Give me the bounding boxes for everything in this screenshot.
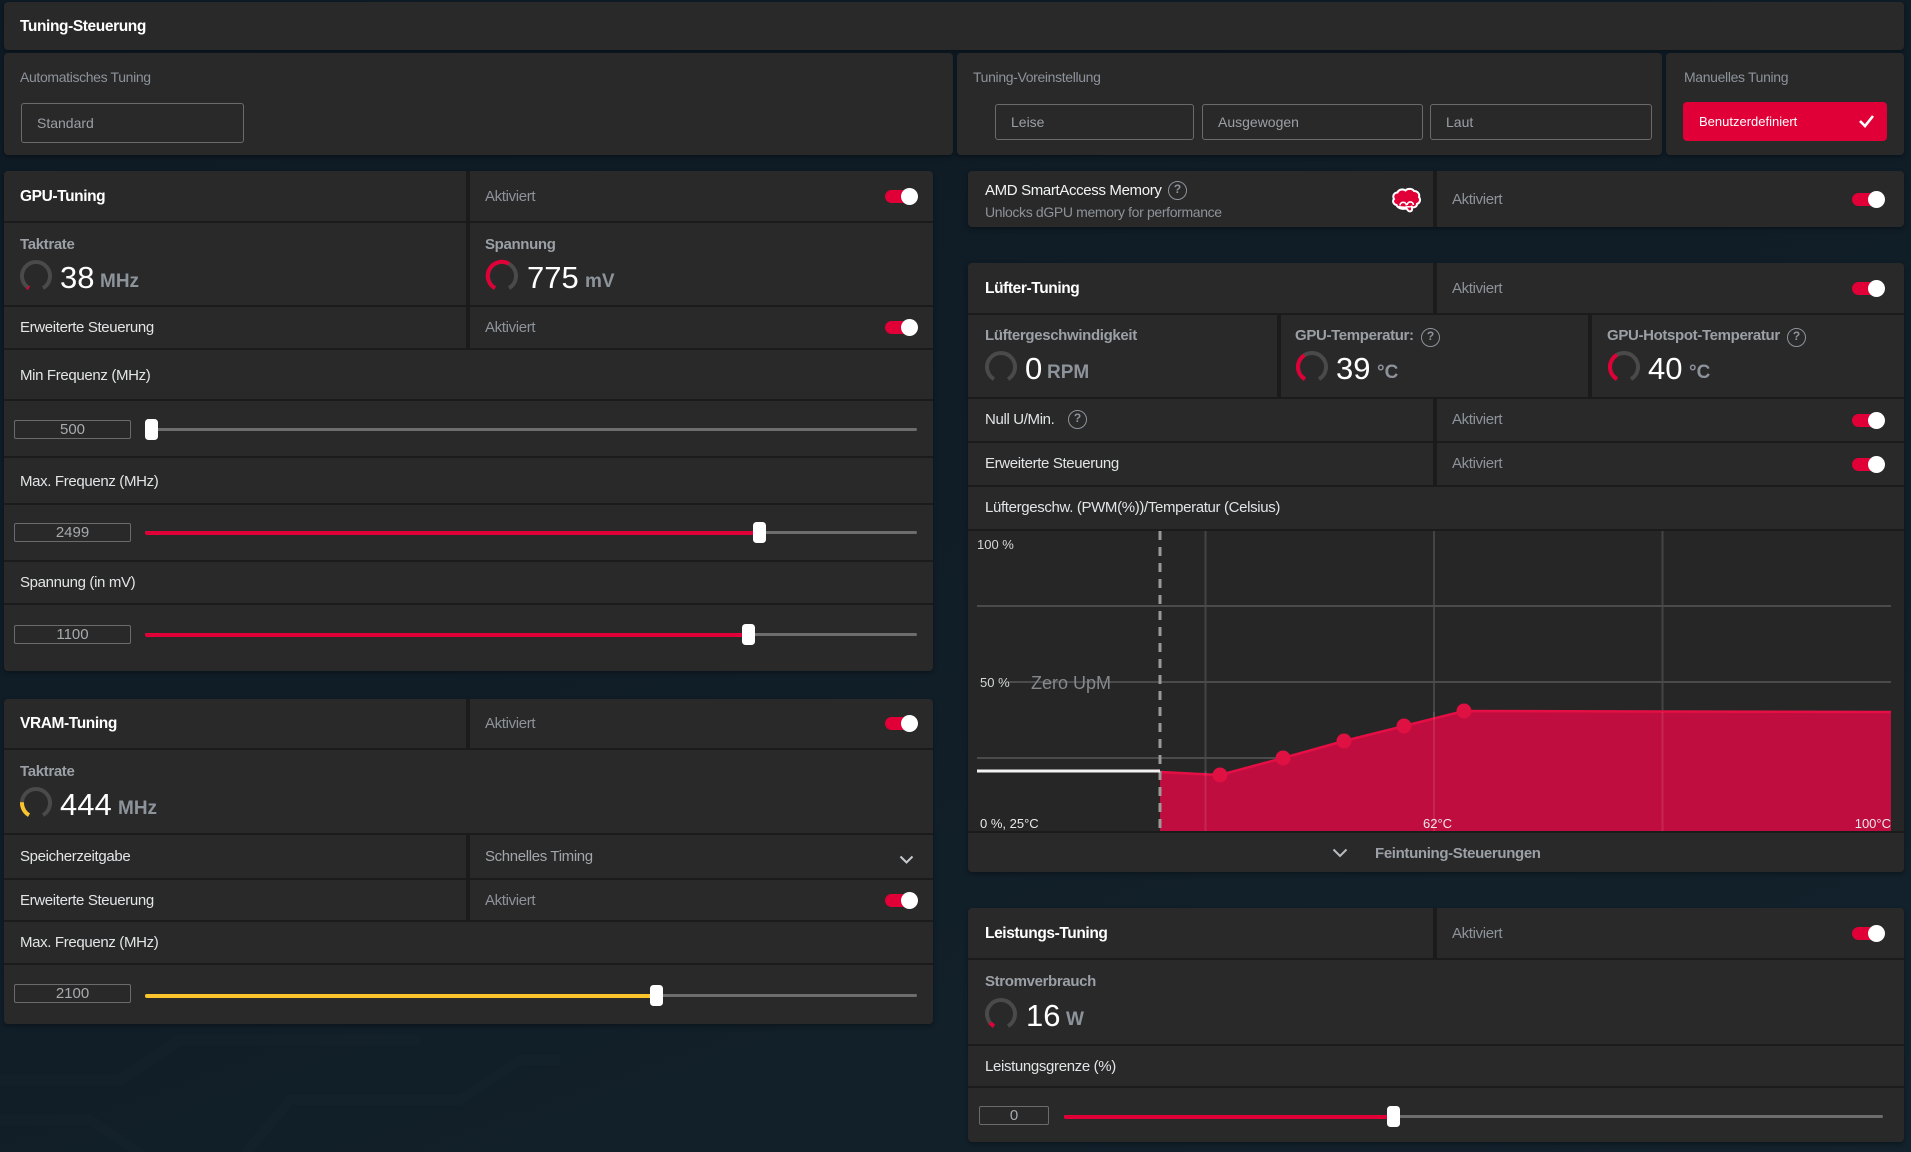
svg-text:Zero UpM: Zero UpM: [1031, 673, 1111, 693]
svg-text:100 %: 100 %: [977, 537, 1014, 552]
svg-text:0 %, 25°C: 0 %, 25°C: [980, 816, 1039, 831]
svg-text:62°C: 62°C: [1423, 816, 1452, 831]
svg-text:100°C: 100°C: [1855, 816, 1891, 831]
svg-text:50 %: 50 %: [980, 675, 1010, 690]
